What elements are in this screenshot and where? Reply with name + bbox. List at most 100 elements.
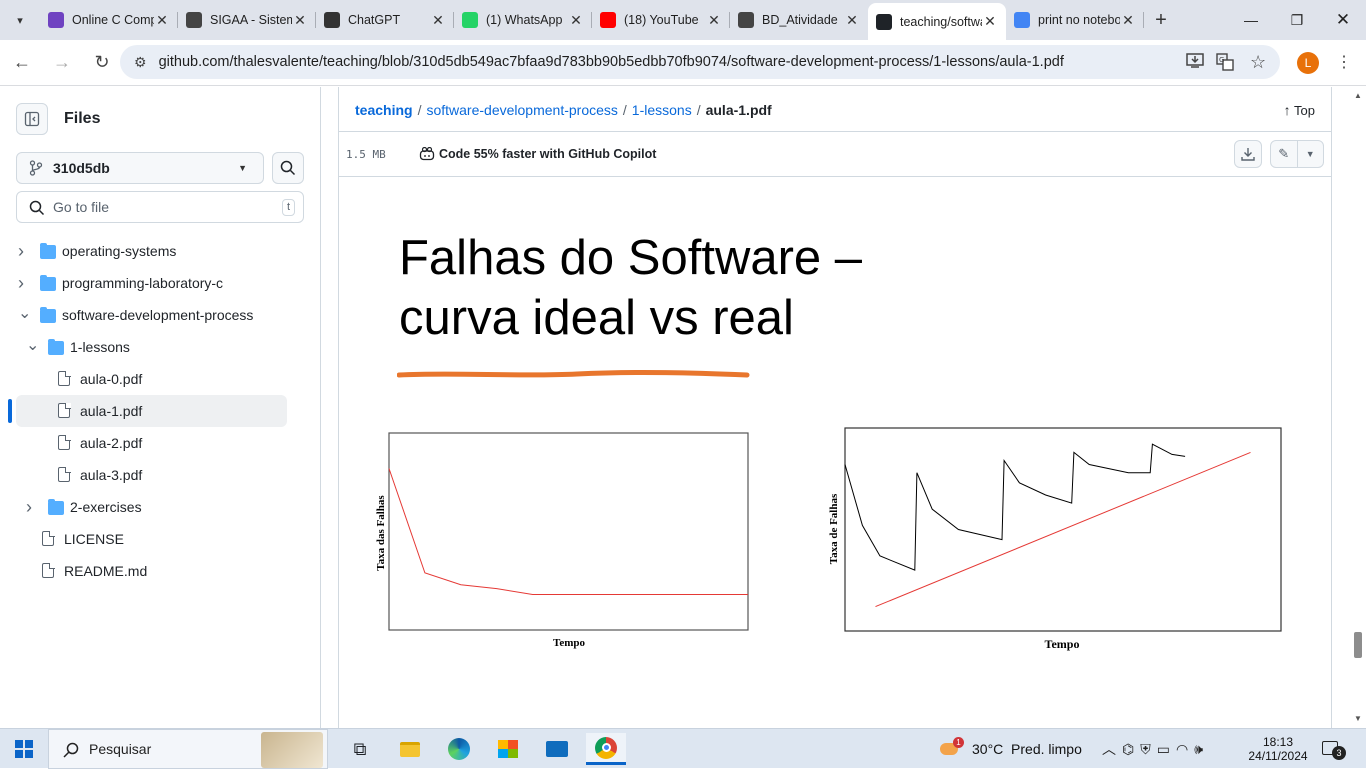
browser-tab[interactable]: (18) YouTube ✕ (592, 3, 730, 37)
top-button[interactable]: ↑ Top (1284, 102, 1315, 118)
chevron-down-icon[interactable]: ⌄ (26, 335, 39, 355)
tree-file-item[interactable]: aula-1.pdf (16, 395, 287, 427)
browser-tab[interactable]: Online C Compiler✕ (40, 3, 178, 37)
tree-folder-item[interactable]: › operating-systems (0, 235, 320, 267)
file-icon (42, 562, 55, 578)
chevron-right-icon[interactable]: › (18, 241, 24, 262)
slide-title-line-2: curva ideal vs real (399, 291, 794, 345)
tree-file-item[interactable]: README.md (0, 555, 320, 587)
folder-icon (400, 741, 420, 757)
file-explorer-button[interactable] (390, 733, 430, 765)
store-button[interactable] (488, 733, 528, 765)
tree-folder-item[interactable]: ⌄ 1-lessons (0, 331, 320, 363)
weather-widget[interactable]: 1 30°C Pred. limpo (940, 729, 1082, 769)
copilot-promo-link[interactable]: Code 55% faster with GitHub Copilot (419, 147, 656, 161)
file-icon (58, 402, 71, 418)
close-tab-icon[interactable]: ✕ (430, 12, 446, 29)
chrome-button[interactable] (586, 733, 626, 765)
mail-icon (546, 741, 568, 757)
restore-button[interactable]: ❐ (1274, 0, 1320, 40)
close-tab-icon[interactable]: ✕ (154, 12, 170, 29)
chevron-down-icon[interactable]: ⌄ (18, 303, 31, 323)
back-button[interactable]: ← (4, 45, 40, 81)
tab-search-button[interactable]: ▾ (0, 0, 40, 40)
clock[interactable]: 18:13 24/11/2024 (1246, 729, 1310, 769)
page-scrollbar[interactable]: ▲ ▼ (1349, 87, 1366, 728)
tab-title: print no notebook (1038, 13, 1120, 27)
task-view-button[interactable]: ⧉ (340, 733, 380, 765)
file-viewer: teaching / software-development-process/1-… (338, 87, 1332, 728)
tree-file-item[interactable]: LICENSE (0, 523, 320, 555)
weather-text: 30°C Pred. limpo (972, 741, 1082, 757)
battery-icon: ▭ (1156, 740, 1176, 757)
close-tab-icon[interactable]: ✕ (1120, 12, 1136, 29)
windows-logo-icon (15, 740, 33, 758)
tree-item-label: aula-3.pdf (80, 467, 143, 483)
translate-icon[interactable]: G (1216, 53, 1234, 76)
tree-folder-item[interactable]: › 2-exercises (0, 491, 320, 523)
tab-title: (18) YouTube (624, 13, 699, 27)
tab-title: ChatGPT (348, 13, 401, 27)
tab-title: teaching/software (900, 14, 982, 29)
breadcrumb-folder-link[interactable]: 1-lessons (632, 102, 692, 118)
chevron-right-icon[interactable]: › (26, 497, 32, 518)
google-icon (1014, 12, 1030, 28)
file-icon (58, 466, 71, 482)
minimize-button[interactable]: ― (1228, 0, 1274, 40)
go-to-file-input[interactable]: Go to file t (16, 191, 304, 223)
notification-center-button[interactable]: 3 (1322, 729, 1346, 769)
close-tab-icon[interactable]: ✕ (568, 12, 584, 29)
browser-tab[interactable]: (1) WhatsApp ✕ (454, 3, 592, 37)
install-app-icon[interactable] (1186, 53, 1204, 74)
search-code-button[interactable] (272, 152, 304, 184)
browser-tab[interactable]: print no notebook✕ (1006, 3, 1144, 37)
chevron-right-icon[interactable]: › (18, 273, 24, 294)
forward-button[interactable]: → (44, 45, 80, 81)
browser-tab[interactable]: ChatGPT ✕ (316, 3, 454, 37)
file-size: 1.5 MB (346, 148, 386, 161)
tree-item-label: 1-lessons (70, 339, 130, 355)
online-c-icon (48, 12, 64, 28)
tree-file-item[interactable]: aula-0.pdf (0, 363, 320, 395)
address-bar[interactable]: ⚙ github.com/thalesvalente/teaching/blob… (120, 45, 1280, 79)
profile-avatar[interactable]: L (1297, 52, 1319, 74)
close-tab-icon[interactable]: ✕ (706, 12, 722, 29)
collapse-sidebar-button[interactable] (16, 103, 48, 135)
edit-menu-button[interactable]: ✎ ▼ (1270, 140, 1324, 168)
start-button[interactable] (4, 733, 44, 765)
close-tab-icon[interactable]: ✕ (844, 12, 860, 29)
slide-title: Falhas do Software – curva ideal vs real (399, 228, 999, 348)
scrollbar-thumb[interactable] (1354, 632, 1362, 658)
browser-tab[interactable]: teaching/software✕ (868, 3, 1006, 40)
close-tab-icon[interactable]: ✕ (292, 12, 308, 29)
tree-folder-item[interactable]: › programming-laboratory-c (0, 267, 320, 299)
tree-file-item[interactable]: aula-3.pdf (0, 459, 320, 491)
site-info-icon[interactable]: ⚙ (134, 54, 147, 71)
taskbar-search-label: Pesquisar (89, 741, 152, 757)
chevron-down-icon: ▼ (238, 163, 247, 173)
bookmark-star-icon[interactable]: ☆ (1250, 52, 1266, 73)
browser-tab[interactable]: SIGAA - Sistema✕ (178, 3, 316, 37)
breadcrumb-folder-link[interactable]: software-development-process (426, 102, 617, 118)
close-window-button[interactable]: ✕ (1320, 0, 1366, 40)
new-tab-button[interactable]: + (1144, 3, 1178, 37)
edge-button[interactable] (439, 733, 479, 765)
breadcrumb-repo-link[interactable]: teaching (355, 102, 413, 118)
mail-button[interactable] (537, 733, 577, 765)
real-curve-chart: Taxa de Falhas Tempo (828, 427, 1282, 651)
breadcrumb: teaching / software-development-process/1-… (355, 102, 772, 118)
close-tab-icon[interactable]: ✕ (982, 13, 998, 30)
task-view-icon: ⧉ (353, 738, 367, 759)
browser-tab[interactable]: BD_Atividade ✕ (730, 3, 868, 37)
branch-selector[interactable]: 310d5db ▼ (16, 152, 264, 184)
taskbar-search[interactable]: Pesquisar (48, 729, 328, 769)
tree-file-item[interactable]: aula-2.pdf (0, 427, 320, 459)
download-button[interactable] (1234, 140, 1262, 168)
pdf-viewer[interactable]: Falhas do Software – curva ideal vs real… (339, 183, 1331, 728)
browser-menu-icon[interactable]: ⋮ (1336, 52, 1352, 72)
copilot-icon (419, 147, 435, 161)
svg-text:G: G (1219, 56, 1224, 64)
reload-button[interactable]: ↻ (84, 45, 120, 81)
tree-folder-item[interactable]: ⌄ software-development-process (0, 299, 320, 331)
system-tray-icons[interactable]: ︿ ⌬ ⛨ ▭ ◠ 🕪 (1102, 729, 1209, 769)
